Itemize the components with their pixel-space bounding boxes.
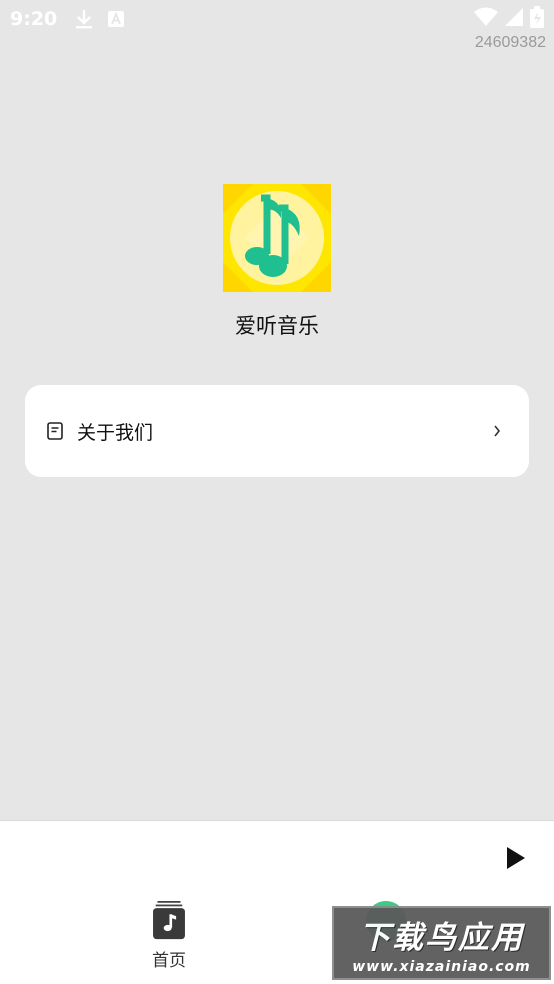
- battery-icon: [530, 6, 544, 32]
- music-library-icon: [153, 901, 185, 940]
- signal-icon: [504, 7, 524, 31]
- status-bar: 9:20: [0, 0, 554, 38]
- menu-item-label: 关于我们: [77, 421, 154, 444]
- status-right-icons: [474, 6, 544, 32]
- build-number: 24609382: [474, 34, 546, 51]
- status-time: 9:20: [10, 8, 58, 30]
- play-button[interactable]: [504, 845, 528, 871]
- music-note-icon: [223, 184, 331, 292]
- document-icon: [47, 422, 65, 440]
- app-name: 爱听音乐: [235, 314, 319, 338]
- watermark: 下载鸟应用 www.xiazainiao.com: [332, 906, 551, 980]
- watermark-title: 下载鸟应用: [359, 919, 524, 956]
- download-icon: [73, 8, 95, 30]
- menu-item-about-us[interactable]: 关于我们: [25, 385, 529, 477]
- a-badge-icon: [105, 8, 127, 30]
- nav-home-label: 首页: [152, 951, 186, 971]
- watermark-url: www.xiazainiao.com: [352, 958, 531, 975]
- nav-item-home[interactable]: 首页: [136, 901, 202, 971]
- play-icon: [507, 847, 525, 869]
- chevron-right-icon: [493, 424, 505, 438]
- app-logo: [223, 184, 331, 292]
- wifi-icon: [474, 7, 498, 31]
